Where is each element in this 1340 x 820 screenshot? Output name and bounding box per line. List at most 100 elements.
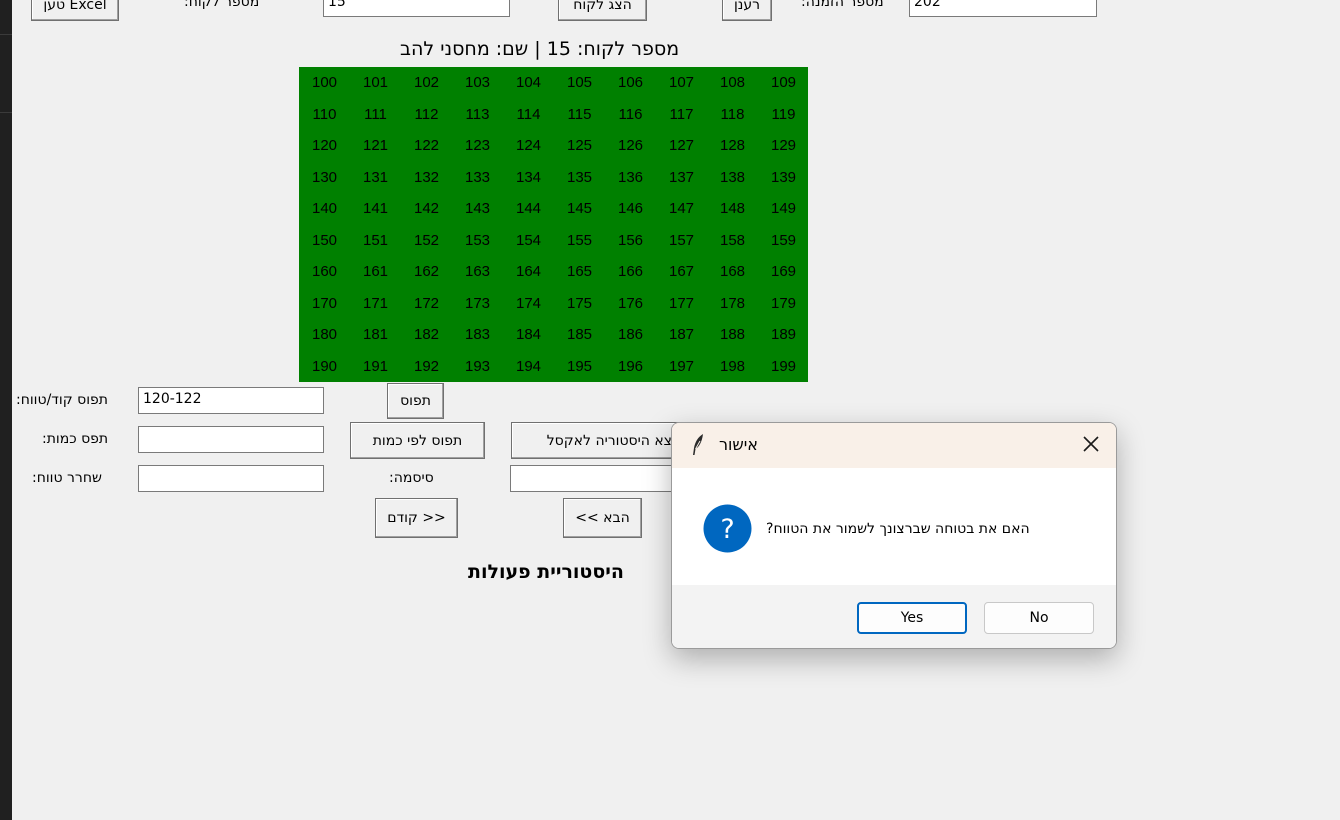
grid-cell[interactable]: 155	[554, 225, 605, 257]
order-number-input[interactable]: 202	[909, 0, 1097, 17]
grid-cell[interactable]: 174	[503, 288, 554, 320]
grid-cell[interactable]: 169	[758, 256, 809, 288]
grid-cell[interactable]: 101	[350, 67, 401, 99]
grid-cell[interactable]: 145	[554, 193, 605, 225]
grid-cell[interactable]: 158	[707, 225, 758, 257]
grid-cell[interactable]: 143	[452, 193, 503, 225]
grid-cell[interactable]: 126	[605, 130, 656, 162]
grid-cell[interactable]: 108	[707, 67, 758, 99]
grid-cell[interactable]: 179	[758, 288, 809, 320]
password-input[interactable]	[510, 465, 690, 492]
refresh-button[interactable]: רענן	[722, 0, 772, 21]
grid-cell[interactable]: 105	[554, 67, 605, 99]
grid-cell[interactable]: 142	[401, 193, 452, 225]
grid-cell[interactable]: 127	[656, 130, 707, 162]
grid-cell[interactable]: 103	[452, 67, 503, 99]
grid-cell[interactable]: 170	[299, 288, 350, 320]
customer-number-input[interactable]: 15	[323, 0, 510, 17]
grid-cell[interactable]: 164	[503, 256, 554, 288]
grid-cell[interactable]: 116	[605, 99, 656, 131]
grid-cell[interactable]: 187	[656, 319, 707, 351]
yes-button[interactable]: Yes	[857, 602, 967, 634]
grid-cell[interactable]: 148	[707, 193, 758, 225]
grid-cell[interactable]: 154	[503, 225, 554, 257]
grid-cell[interactable]: 109	[758, 67, 809, 99]
dialog-titlebar[interactable]: אישור	[672, 423, 1116, 468]
grid-cell[interactable]: 161	[350, 256, 401, 288]
grid-cell[interactable]: 117	[656, 99, 707, 131]
load-excel-button[interactable]: טען Excel	[31, 0, 119, 21]
grid-cell[interactable]: 133	[452, 162, 503, 194]
grid-cell[interactable]: 159	[758, 225, 809, 257]
occupy-range-input[interactable]: 120-122	[138, 387, 324, 414]
grid-cell[interactable]: 151	[350, 225, 401, 257]
grid-cell[interactable]: 156	[605, 225, 656, 257]
grid-cell[interactable]: 130	[299, 162, 350, 194]
grid-cell[interactable]: 107	[656, 67, 707, 99]
grid-cell[interactable]: 110	[299, 99, 350, 131]
grid-cell[interactable]: 129	[758, 130, 809, 162]
grid-cell[interactable]: 137	[656, 162, 707, 194]
grid-cell[interactable]: 184	[503, 319, 554, 351]
grid-cell[interactable]: 128	[707, 130, 758, 162]
grid-cell[interactable]: 162	[401, 256, 452, 288]
grid-cell[interactable]: 193	[452, 351, 503, 383]
grid-cell[interactable]: 132	[401, 162, 452, 194]
grid-cell[interactable]: 100	[299, 67, 350, 99]
grid-cell[interactable]: 168	[707, 256, 758, 288]
next-button[interactable]: << הבא	[563, 498, 642, 538]
grid-cell[interactable]: 115	[554, 99, 605, 131]
grid-cell[interactable]: 140	[299, 193, 350, 225]
grid-cell[interactable]: 186	[605, 319, 656, 351]
grid-cell[interactable]: 102	[401, 67, 452, 99]
grid-cell[interactable]: 122	[401, 130, 452, 162]
grid-cell[interactable]: 173	[452, 288, 503, 320]
grid-cell[interactable]: 165	[554, 256, 605, 288]
grid-cell[interactable]: 135	[554, 162, 605, 194]
grid-cell[interactable]: 124	[503, 130, 554, 162]
grid-cell[interactable]: 191	[350, 351, 401, 383]
no-button[interactable]: No	[984, 602, 1094, 634]
grid-cell[interactable]: 123	[452, 130, 503, 162]
grid-cell[interactable]: 121	[350, 130, 401, 162]
grid-cell[interactable]: 192	[401, 351, 452, 383]
grid-cell[interactable]: 147	[656, 193, 707, 225]
grid-cell[interactable]: 141	[350, 193, 401, 225]
grid-cell[interactable]: 119	[758, 99, 809, 131]
grid-cell[interactable]: 131	[350, 162, 401, 194]
grid-cell[interactable]: 106	[605, 67, 656, 99]
grid-cell[interactable]: 195	[554, 351, 605, 383]
grid-cell[interactable]: 194	[503, 351, 554, 383]
occupy-quantity-input[interactable]	[138, 426, 324, 453]
grid-cell[interactable]: 176	[605, 288, 656, 320]
grid-cell[interactable]: 185	[554, 319, 605, 351]
grid-cell[interactable]: 163	[452, 256, 503, 288]
grid-cell[interactable]: 153	[452, 225, 503, 257]
grid-cell[interactable]: 167	[656, 256, 707, 288]
grid-cell[interactable]: 139	[758, 162, 809, 194]
grid-cell[interactable]: 111	[350, 99, 401, 131]
grid-cell[interactable]: 104	[503, 67, 554, 99]
grid-cell[interactable]: 177	[656, 288, 707, 320]
grid-cell[interactable]: 196	[605, 351, 656, 383]
grid-cell[interactable]: 175	[554, 288, 605, 320]
grid-cell[interactable]: 136	[605, 162, 656, 194]
export-history-button[interactable]: צא היסטוריה לאקסל	[511, 422, 691, 459]
grid-cell[interactable]: 112	[401, 99, 452, 131]
grid-cell[interactable]: 166	[605, 256, 656, 288]
grid-cell[interactable]: 197	[656, 351, 707, 383]
grid-cell[interactable]: 149	[758, 193, 809, 225]
occupy-button[interactable]: תפוס	[387, 383, 444, 419]
grid-cell[interactable]: 120	[299, 130, 350, 162]
prev-button[interactable]: קודם >>	[375, 498, 458, 538]
grid-cell[interactable]: 181	[350, 319, 401, 351]
grid-cell[interactable]: 188	[707, 319, 758, 351]
show-customer-button[interactable]: הצג לקוח	[558, 0, 647, 21]
grid-cell[interactable]: 146	[605, 193, 656, 225]
grid-cell[interactable]: 190	[299, 351, 350, 383]
grid-cell[interactable]: 134	[503, 162, 554, 194]
grid-cell[interactable]: 114	[503, 99, 554, 131]
grid-cell[interactable]: 157	[656, 225, 707, 257]
grid-cell[interactable]: 183	[452, 319, 503, 351]
grid-cell[interactable]: 118	[707, 99, 758, 131]
